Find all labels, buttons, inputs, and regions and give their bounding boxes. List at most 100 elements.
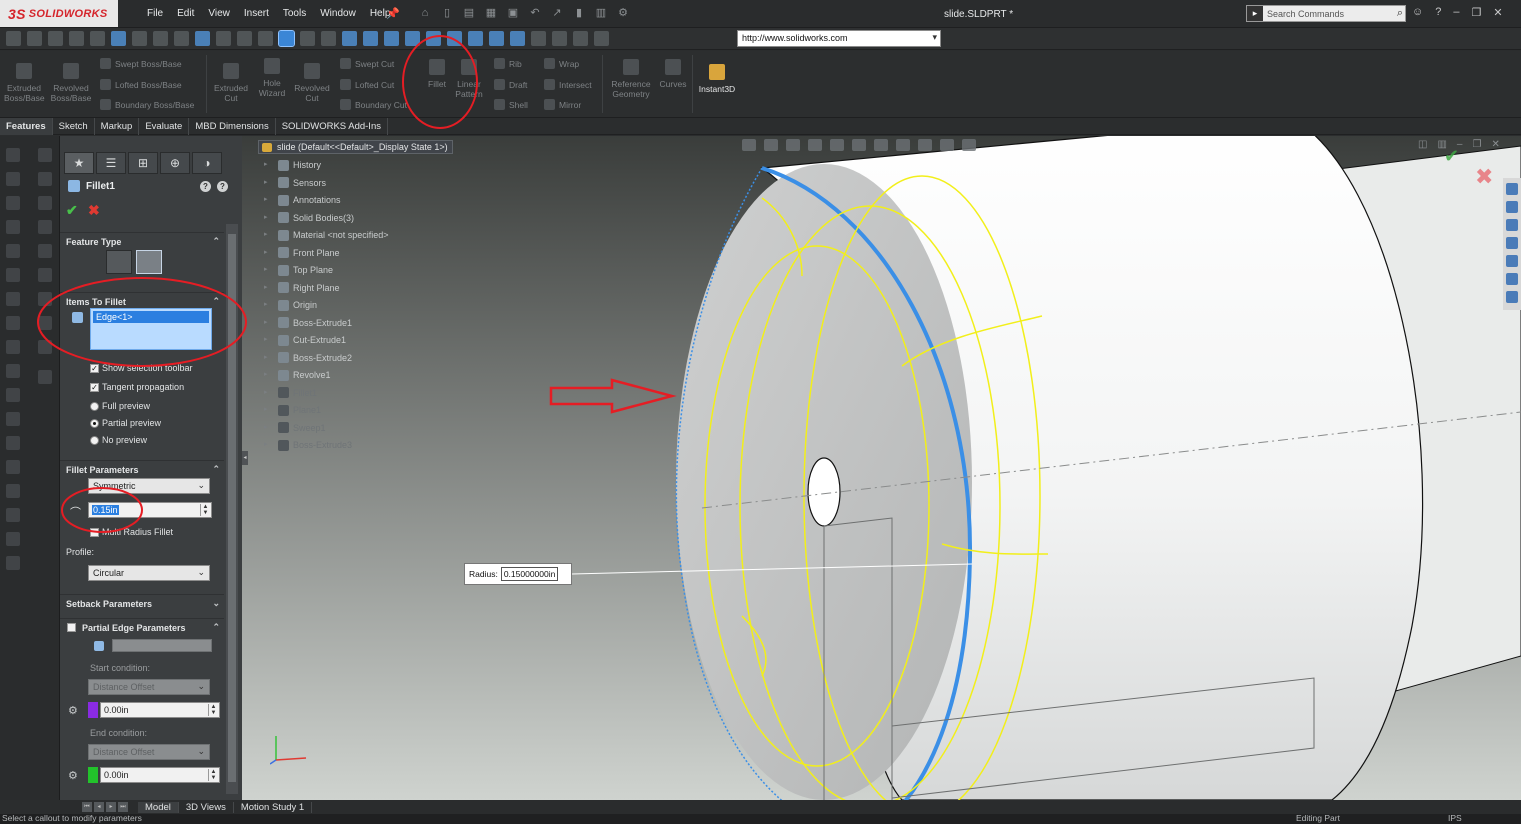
curves-button[interactable]: Curves — [658, 59, 688, 89]
shortcut-icon[interactable] — [6, 532, 20, 546]
chevron-down-icon[interactable]: ▾ — [932, 32, 937, 43]
rebuild-icon[interactable]: ▮ — [572, 6, 586, 20]
full-preview-option[interactable]: Full preview — [90, 401, 150, 411]
new-document-icon[interactable]: ▯ — [440, 6, 454, 20]
normal-to-icon[interactable] — [468, 31, 483, 46]
no-preview-option[interactable]: No preview — [90, 435, 147, 445]
shortcut-icon[interactable] — [6, 412, 20, 426]
shortcut-icon[interactable] — [38, 148, 52, 162]
tab-motion-study-1[interactable]: Motion Study 1 — [234, 801, 313, 813]
dynamic-annotation-icon[interactable] — [90, 31, 105, 46]
search-commands-box[interactable]: ▸ Search Commands ⌕ — [1246, 5, 1406, 22]
shortcut-icon[interactable] — [6, 244, 20, 258]
pin-menu-icon[interactable]: 📌 — [386, 7, 400, 20]
tree-expand-icon[interactable]: ▸ — [264, 388, 268, 396]
menu-tools[interactable]: Tools — [276, 8, 313, 19]
shortcut-icon[interactable] — [38, 370, 52, 384]
web-icon[interactable] — [594, 31, 609, 46]
dimxpert-manager-tab-icon[interactable]: ⊕ — [160, 152, 190, 174]
revolved-cut-button[interactable]: Revolved Cut — [292, 63, 332, 103]
tree-item[interactable]: Boss-Extrude2 — [278, 351, 352, 365]
section-view-icon[interactable] — [69, 31, 84, 46]
tab-3d-views[interactable]: 3D Views — [179, 801, 234, 813]
print-icon[interactable]: ▣ — [506, 6, 520, 20]
help-icon[interactable]: ? — [217, 181, 228, 192]
apply-scene-icon[interactable] — [918, 139, 932, 151]
end-offset-input[interactable]: 0.00in ▲ ▼ — [100, 767, 220, 783]
whats-wrong-icon[interactable]: ? — [200, 181, 211, 192]
shortcut-icon[interactable] — [6, 460, 20, 474]
instant3d-button[interactable]: Instant3D — [696, 64, 738, 94]
shortcut-icon[interactable] — [6, 364, 20, 378]
draft-button[interactable]: Draft — [494, 79, 527, 90]
scrollbar-thumb[interactable] — [228, 234, 236, 782]
refresh-icon[interactable] — [195, 31, 210, 46]
swept-cut-button[interactable]: Swept Cut — [340, 58, 394, 69]
minimize-icon[interactable]: – — [1453, 6, 1459, 19]
close-icon[interactable]: ✕ — [1493, 6, 1502, 19]
split-view-icon[interactable]: ◫ — [1418, 139, 1427, 150]
url-address-field[interactable]: http://www.solidworks.com ▾ — [737, 30, 941, 47]
rotate-icon[interactable] — [174, 31, 189, 46]
partial-preview-option[interactable]: Partial preview — [90, 418, 161, 428]
reference-geometry-button[interactable]: Reference Geometry — [608, 59, 654, 99]
tab-evaluate[interactable]: Evaluate — [139, 118, 190, 135]
tree-expand-icon[interactable]: ▸ — [264, 370, 268, 378]
tree-expand-icon[interactable]: ▸ — [264, 423, 268, 431]
forum-icon[interactable] — [1506, 291, 1518, 303]
view-orientation-icon[interactable] — [111, 31, 126, 46]
tab-mbd-dimensions[interactable]: MBD Dimensions — [189, 118, 276, 135]
view-palette-icon[interactable] — [1506, 237, 1518, 249]
tree-expand-icon[interactable]: ▸ — [264, 283, 268, 291]
radius-callout[interactable]: Radius: 0.15000000in — [464, 563, 572, 585]
isometric-view-icon[interactable] — [489, 31, 504, 46]
hole-wizard-button[interactable]: Hole Wizard — [255, 58, 289, 98]
back-view-icon[interactable] — [363, 31, 378, 46]
next-tab-icon[interactable]: ▸ — [106, 802, 116, 812]
shortcut-icon[interactable] — [38, 244, 52, 258]
tree-expand-icon[interactable]: ▸ — [264, 405, 268, 413]
selected-edge-item[interactable]: Edge<1> — [93, 311, 209, 323]
shortcut-icon[interactable] — [38, 268, 52, 282]
feature-type-group-header[interactable]: Feature Type ⌃ — [60, 232, 224, 250]
previous-view-icon[interactable] — [786, 139, 800, 151]
ok-button[interactable]: ✔ — [66, 202, 78, 219]
search-icon[interactable]: ⌕ — [1397, 7, 1405, 20]
tree-item[interactable]: Top Plane — [278, 263, 333, 277]
right-view-icon[interactable] — [405, 31, 420, 46]
restore-icon[interactable]: ❐ — [1471, 6, 1481, 19]
revolved-boss-button[interactable]: Revolved Boss/Base — [50, 63, 92, 103]
user-icon[interactable]: ☺ — [1412, 6, 1423, 19]
hide-show-icon[interactable] — [874, 139, 888, 151]
tree-expand-icon[interactable]: ▸ — [264, 195, 268, 203]
close-icon[interactable]: ✕ — [1491, 139, 1499, 150]
tree-expand-icon[interactable]: ▸ — [264, 335, 268, 343]
fillet-xpert-button[interactable] — [136, 250, 162, 274]
zoom-icon[interactable] — [153, 31, 168, 46]
end-offset-spinner[interactable]: ▲ ▼ — [208, 769, 218, 781]
swept-boss-button[interactable]: Swept Boss/Base — [100, 58, 182, 69]
multi-radius-fillet-checkbox[interactable] — [90, 527, 99, 537]
shortcut-icon[interactable] — [6, 388, 20, 402]
extruded-boss-button[interactable]: Extruded Boss/Base — [4, 63, 45, 103]
tree-item[interactable]: Sensors — [278, 176, 326, 190]
help-icon[interactable]: ? — [1435, 6, 1441, 19]
section-view-icon[interactable] — [808, 139, 822, 151]
shortcut-icon[interactable] — [6, 436, 20, 450]
chevron-up-icon[interactable]: ⌃ — [212, 236, 220, 247]
radius-input[interactable]: 0.15in ▲ ▼ — [88, 502, 212, 518]
page-icon[interactable] — [573, 31, 588, 46]
display-style-icon[interactable] — [132, 31, 147, 46]
display-pane-icon[interactable] — [962, 139, 976, 151]
tree-item[interactable]: History — [278, 158, 321, 172]
chevron-up-icon[interactable]: ⌃ — [212, 464, 220, 475]
tape-icon[interactable] — [552, 31, 567, 46]
wrap-button[interactable]: Wrap — [544, 58, 579, 69]
trimetric-view-icon[interactable] — [510, 31, 525, 46]
zoom-to-fit-icon[interactable] — [742, 139, 756, 151]
shortcut-icon[interactable] — [38, 172, 52, 186]
shortcut-icon[interactable] — [38, 196, 52, 210]
cancel-button[interactable]: ✖ — [88, 202, 100, 219]
partial-edge-parameters-checkbox[interactable] — [67, 623, 76, 632]
tab-solidworks-add-ins[interactable]: SOLIDWORKS Add-Ins — [276, 118, 388, 135]
